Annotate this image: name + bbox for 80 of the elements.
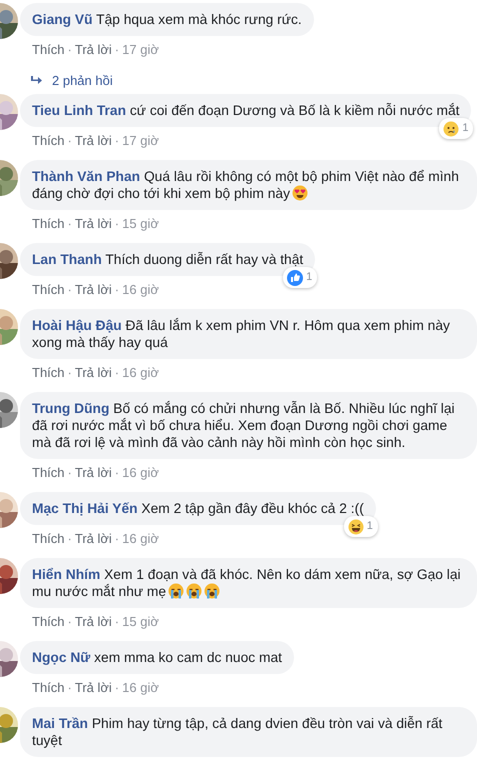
separator-dot: · [68,465,72,480]
reaction-badge[interactable]: 1 [283,267,318,288]
comment-text: Lan Thanh Thích duong diễn rất hay và thật [32,251,304,268]
comment-text: Ngọc Nữ xem mma ko cam dc nuoc mat [32,649,282,666]
separator-dot: · [114,365,120,380]
separator-dot: · [114,465,120,480]
comment-time: 16 giờ [122,680,159,695]
comment-time: 15 giờ [122,216,159,231]
author-link[interactable]: Mạc Thị Hải Yến [32,501,138,516]
separator-dot: · [68,365,72,380]
separator-dot: · [114,531,120,546]
reply-link[interactable]: Trả lời [74,133,112,148]
comment-time: 17 giờ [122,42,159,57]
author-link[interactable]: Ngọc Nữ [32,650,90,665]
separator-dot: · [114,216,120,231]
separator-dot: · [114,133,120,148]
comment-time: 17 giờ [122,133,159,148]
author-link[interactable]: Mai Trần [32,716,88,731]
comment-text: Giang Vũ Tập hqua xem mà khóc rưng rức. [32,11,302,28]
reaction-count: 1 [366,519,373,534]
like-link[interactable]: Thích [32,365,65,380]
crying-face-icon [204,583,220,599]
separator-dot: · [114,614,120,629]
comment-text: Hoài Hậu Đậu Đã lâu lắm k xem phim VN r. Hôm qua xem phim này xong mà thấy hay quá [32,317,451,351]
separator-dot: · [68,216,72,231]
author-link[interactable]: Thành Văn Phan [32,169,140,184]
author-link[interactable]: Trung Dũng [32,401,110,416]
like-link[interactable]: Thích [32,680,65,695]
separator-dot: · [68,614,72,629]
comment-text: Trung Dũng Bố có mắng có chửi nhưng vẫn là Bố. Nhiều lúc nghĩ lại đã rơi nước mắt vì bố chưa hiểu. Xem đoạn Dương ngồi chơi game mà đã rơi lệ và mình đã vào cảnh này hồi mình còn học sinh. [32,400,456,451]
author-link[interactable]: Giang Vũ [32,12,93,27]
reaction-badge[interactable]: 1 [439,118,474,139]
like-link[interactable]: Thích [32,282,65,297]
author-link[interactable]: Lan Thanh [32,252,102,267]
sad-face-icon [443,120,460,136]
like-link[interactable]: Thích [32,216,65,231]
reaction-badge[interactable]: 1 [344,516,378,537]
crying-face-icon [168,583,184,599]
comment-time: 16 giờ [122,465,159,480]
comment-text: Tieu Linh Tran cứ coi đến đoạn Dương và Bố là k kiềm nỗi nước mắt [32,102,460,119]
thumbs-up-icon [287,270,304,286]
comment-time: 15 giờ [122,614,159,629]
reply-link[interactable]: Trả lời [74,42,112,57]
separator-dot: · [68,133,72,148]
reply-link[interactable]: Trả lời [74,282,112,297]
separator-dot: · [68,42,72,57]
reply-link[interactable]: Trả lời [74,680,112,695]
reply-link[interactable]: Trả lời [74,531,112,546]
reply-link[interactable]: Trả lời [74,216,112,231]
like-link[interactable]: Thích [32,614,65,629]
comment-time: 16 giờ [122,531,159,546]
separator-dot: · [114,282,120,297]
separator-dot: · [68,282,72,297]
replies-link[interactable]: 2 phản hồi [30,73,477,88]
separator-dot: · [114,680,120,695]
reaction-count: 1 [462,121,468,136]
author-link[interactable]: Hoài Hậu Đậu [32,318,122,333]
comment-text: Mai Trần Phim hay từng tập, cả dang dvien đều tròn vai và diễn rất tuyệt [32,715,444,749]
comment-text: Thành Văn Phan Quá lâu rồi không có một bộ phim Việt nào để mình đáng chờ đợi cho tới khi xem bộ phim này [32,168,460,202]
heart-eyes-emoji-icon [292,185,308,201]
like-link[interactable]: Thích [32,42,65,57]
reply-link[interactable]: Trả lời [74,465,112,480]
reaction-count: 1 [306,270,312,285]
author-link[interactable]: Tieu Linh Tran [32,103,126,118]
reply-arrow-icon [30,76,42,86]
separator-dot: · [114,42,120,57]
like-link[interactable]: Thích [32,133,65,148]
comment-text: Hiển Nhím Xem 1 đoạn và đã khóc. Nên ko dám xem nữa, sợ Gạo lại mu nước mắt như mẹ [32,566,462,600]
comment-text: Mạc Thị Hải Yến Xem 2 tập gần đây đều khóc cả 2 :(( [32,500,364,517]
author-link[interactable]: Hiển Nhím [32,567,100,582]
crying-face-icon [186,583,202,599]
separator-dot: · [68,531,72,546]
like-link[interactable]: Thích [32,531,65,546]
reply-link[interactable]: Trả lời [74,614,112,629]
reply-link[interactable]: Trả lời [74,365,112,380]
comment-time: 16 giờ [122,282,159,297]
laughing-face-icon [348,518,364,534]
like-link[interactable]: Thích [32,465,65,480]
separator-dot: · [68,680,72,695]
comment-time: 16 giờ [122,365,159,380]
